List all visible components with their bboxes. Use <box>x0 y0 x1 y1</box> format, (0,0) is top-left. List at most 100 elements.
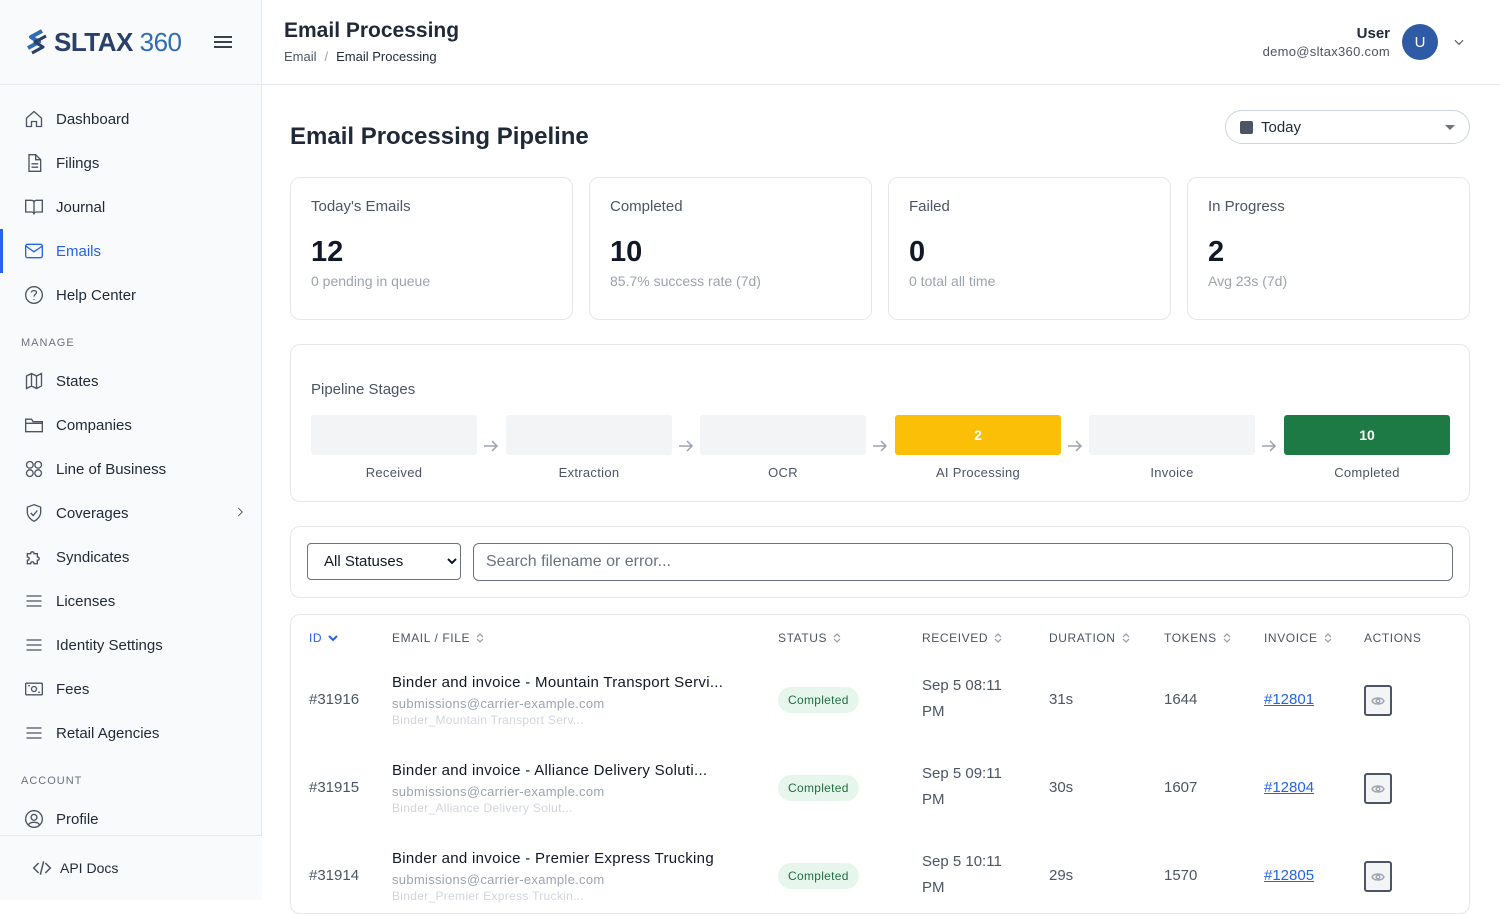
stat-value: 10 <box>610 236 643 268</box>
api-docs-link[interactable]: API Docs <box>0 835 262 900</box>
stats-row: Today's Emails 12 0 pending in queue Com… <box>290 177 1470 320</box>
column-header-invoice[interactable]: INVOICE <box>1264 631 1332 645</box>
stage-label: AI Processing <box>935 465 1021 480</box>
stage-count <box>311 415 477 455</box>
row-id: #31914 <box>309 867 360 884</box>
row-sender: submissions@carrier-example.com <box>392 872 605 887</box>
row-sender: submissions@carrier-example.com <box>392 696 605 711</box>
column-header-received[interactable]: RECEIVED <box>922 631 1002 645</box>
stat-card-completed: Completed 10 85.7% success rate (7d) <box>589 177 872 320</box>
eye-icon <box>1371 784 1385 793</box>
sidebar-item-coverages[interactable]: Coverages <box>0 491 261 535</box>
sidebar-item-emails[interactable]: Emails <box>0 229 261 273</box>
eye-icon <box>1371 872 1385 881</box>
stage-invoice: Invoice <box>1089 415 1255 480</box>
status-badge: Completed <box>778 775 859 801</box>
sidebar-item-label: Coverages <box>56 504 129 522</box>
sidebar-item-label: Dashboard <box>56 110 130 128</box>
sidebar: SLTAX 360 Dashboard Filings Journal Emai… <box>0 0 262 900</box>
main-content: Email Processing Pipeline Today Today's … <box>262 85 1500 914</box>
stage-count <box>506 415 672 455</box>
row-filename: Binder_Premier Express Truckin... <box>392 889 584 903</box>
section-label-manage: MANAGE <box>21 337 75 349</box>
section-label-account: ACCOUNT <box>21 775 83 787</box>
sort-icon <box>1223 633 1231 643</box>
date-filter-select[interactable]: Today <box>1225 110 1470 144</box>
table-row[interactable]: #31914 Binder and invoice - Premier Expr… <box>291 834 1469 913</box>
pipeline-stages: Received Extraction OCR 2 AI Processing … <box>311 415 1450 485</box>
row-duration: 31s <box>1049 691 1074 708</box>
stage-ai-processing: 2 AI Processing <box>895 415 1061 480</box>
sidebar-item-retail-agencies[interactable]: Retail Agencies <box>0 711 261 755</box>
user-email: demo@sltax360.com <box>1262 44 1390 59</box>
filter-bar: All Statuses <box>290 526 1470 598</box>
avatar[interactable]: U <box>1402 24 1438 60</box>
sidebar-item-line-of-business[interactable]: Line of Business <box>0 447 261 491</box>
sidebar-item-help-center[interactable]: Help Center <box>0 273 261 317</box>
user-icon <box>25 810 43 828</box>
column-header-duration[interactable]: DURATION <box>1049 631 1130 645</box>
stage-label: Received <box>365 465 423 480</box>
sort-icon <box>1324 633 1332 643</box>
chevron-right-icon[interactable] <box>233 505 247 519</box>
sidebar-item-licenses[interactable]: Licenses <box>0 579 261 623</box>
folder-icon <box>25 418 43 433</box>
calendar-icon <box>1240 120 1253 134</box>
stage-count <box>1089 415 1255 455</box>
column-header-id[interactable]: ID <box>309 631 338 645</box>
table-row[interactable]: #31915 Binder and invoice - Alliance Del… <box>291 746 1469 834</box>
sidebar-item-identity-settings[interactable]: Identity Settings <box>0 623 261 667</box>
row-email-file: Binder and invoice - Premier Express Tru… <box>392 850 752 903</box>
sidebar-item-label: Licenses <box>56 592 116 610</box>
sidebar-item-label: Identity Settings <box>56 636 163 654</box>
sidebar-item-dashboard[interactable]: Dashboard <box>0 97 261 141</box>
sidebar-item-label: Line of Business <box>56 460 167 478</box>
search-input[interactable] <box>473 543 1453 581</box>
stage-label: Invoice <box>1150 465 1194 480</box>
sidebar-item-companies[interactable]: Companies <box>0 403 261 447</box>
breadcrumb-separator: / <box>324 49 329 64</box>
stat-subtext: 0 pending in queue <box>311 273 431 289</box>
status-filter-select[interactable]: All Statuses <box>307 543 461 580</box>
view-button[interactable] <box>1364 773 1392 804</box>
column-header-tokens[interactable]: TOKENS <box>1164 631 1231 645</box>
sidebar-item-filings[interactable]: Filings <box>0 141 261 185</box>
arrow-right-icon <box>1262 440 1277 452</box>
sidebar-item-syndicates[interactable]: Syndicates <box>0 535 261 579</box>
stage-label: Extraction <box>558 465 620 480</box>
top-header: Email Processing Email / Email Processing … <box>262 0 1500 85</box>
pipeline-title: Pipeline Stages <box>311 381 416 398</box>
menu-toggle-icon[interactable] <box>214 33 232 51</box>
sort-icon <box>833 633 841 643</box>
invoice-link[interactable]: #12805 <box>1264 867 1314 884</box>
view-button[interactable] <box>1364 685 1392 716</box>
column-header-actions: ACTIONS <box>1364 631 1422 645</box>
breadcrumb-current: Email Processing <box>336 49 437 64</box>
view-button[interactable] <box>1364 861 1392 892</box>
sort-icon <box>476 633 484 643</box>
breadcrumb-parent[interactable]: Email <box>284 49 317 64</box>
sidebar-item-label: Syndicates <box>56 548 130 566</box>
column-header-email-file[interactable]: EMAIL / FILE <box>392 631 484 645</box>
home-icon <box>25 110 43 128</box>
sidebar-item-label: Fees <box>56 680 90 698</box>
column-header-status[interactable]: STATUS <box>778 631 841 645</box>
chevron-down-icon[interactable] <box>1452 35 1466 49</box>
sidebar-item-label: Retail Agencies <box>56 724 160 742</box>
sidebar-item-label: Journal <box>56 198 106 216</box>
sidebar-item-fees[interactable]: Fees <box>0 667 261 711</box>
invoice-link[interactable]: #12801 <box>1264 691 1314 708</box>
arrow-right-icon <box>679 440 694 452</box>
status-badge: Completed <box>778 687 859 713</box>
table-row[interactable]: #31916 Binder and invoice - Mountain Tra… <box>291 658 1469 746</box>
logo-icon <box>27 29 47 55</box>
map-icon <box>25 372 43 390</box>
stat-card-failed: Failed 0 0 total all time <box>888 177 1171 320</box>
row-email-file: Binder and invoice - Mountain Transport … <box>392 674 752 727</box>
stat-label: In Progress <box>1208 198 1285 215</box>
sidebar-item-journal[interactable]: Journal <box>0 185 261 229</box>
invoice-link[interactable]: #12804 <box>1264 779 1314 796</box>
shield-icon <box>26 503 42 523</box>
sidebar-item-states[interactable]: States <box>0 359 261 403</box>
brand-logo: SLTAX 360 <box>54 26 182 57</box>
